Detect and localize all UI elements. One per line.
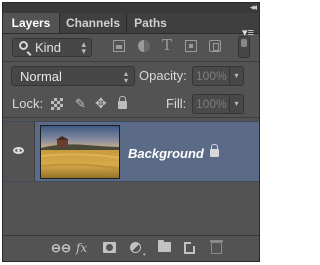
blend-mode-select[interactable]: Normal ▴ ▾ — [11, 66, 135, 86]
smart-object-filter-icon[interactable] — [209, 40, 221, 52]
tab-layers[interactable]: Layers — [3, 13, 59, 33]
adjustment-layer-filter-icon[interactable] — [138, 40, 150, 52]
filter-kind-label: Kind — [35, 40, 62, 55]
dropdown-arrow-icon: ▾ — [143, 252, 146, 258]
opacity-label: Opacity: — [139, 68, 187, 83]
fill-input[interactable]: 100% — [192, 94, 230, 114]
search-icon — [19, 41, 28, 50]
layer-name[interactable]: Background — [128, 146, 204, 161]
shape-layer-filter-icon[interactable] — [185, 40, 197, 52]
pixel-layer-filter-icon[interactable] — [113, 40, 125, 52]
lock-transparent-pixels-icon[interactable] — [51, 98, 63, 110]
tab-paths[interactable]: Paths — [126, 13, 174, 33]
collapse-panel-icon[interactable]: ◂◂ — [250, 3, 257, 13]
add-layer-style-icon[interactable]: fx — [76, 242, 87, 254]
select-arrows-icon: ▴ ▾ — [123, 69, 128, 85]
opacity-input[interactable]: 100% — [192, 66, 230, 86]
layers-panel: ◂◂ Layers Channels Paths ▾≡ Kind ▴ ▾ T No… — [2, 2, 260, 262]
lock-image-pixels-icon[interactable]: ✎ — [75, 96, 86, 112]
panel-footer: ⊖⊖ fx ▾ — [3, 235, 259, 261]
layers-list: Background — [3, 118, 259, 228]
lock-position-icon[interactable]: ✥ — [95, 95, 107, 112]
add-layer-mask-icon[interactable] — [103, 242, 116, 253]
tab-channels[interactable]: Channels — [59, 13, 126, 33]
visibility-toggle[interactable] — [3, 122, 35, 181]
delete-layer-icon[interactable] — [210, 240, 223, 254]
blend-mode-value: Normal — [20, 69, 62, 84]
layer-thumbnail[interactable] — [40, 125, 120, 179]
link-layers-icon[interactable]: ⊖⊖ — [51, 242, 71, 254]
panel-title-bar[interactable]: ◂◂ — [3, 3, 259, 13]
new-layer-icon[interactable] — [184, 242, 195, 254]
panel-tabs: Layers Channels Paths ▾≡ — [3, 13, 259, 39]
new-adjustment-layer-icon[interactable] — [130, 242, 141, 253]
select-arrows-icon: ▴ ▾ — [81, 39, 86, 56]
lock-label: Lock: — [12, 96, 44, 111]
lock-all-icon[interactable] — [118, 96, 127, 109]
fill-label: Fill: — [166, 96, 187, 111]
type-layer-filter-icon[interactable]: T — [162, 36, 172, 54]
divider — [3, 61, 259, 62]
layer-row-background[interactable]: Background — [3, 121, 259, 182]
new-group-folder-icon[interactable] — [158, 240, 171, 252]
field-landscape-image — [41, 126, 119, 178]
fill-dropdown-button[interactable]: ▾ — [230, 94, 244, 114]
filter-kind-select[interactable]: Kind ▴ ▾ — [12, 38, 92, 57]
eye-icon — [13, 147, 24, 154]
lock-icon[interactable] — [210, 144, 219, 157]
opacity-dropdown-button[interactable]: ▾ — [230, 66, 244, 86]
filter-toggle-switch[interactable] — [238, 36, 250, 58]
